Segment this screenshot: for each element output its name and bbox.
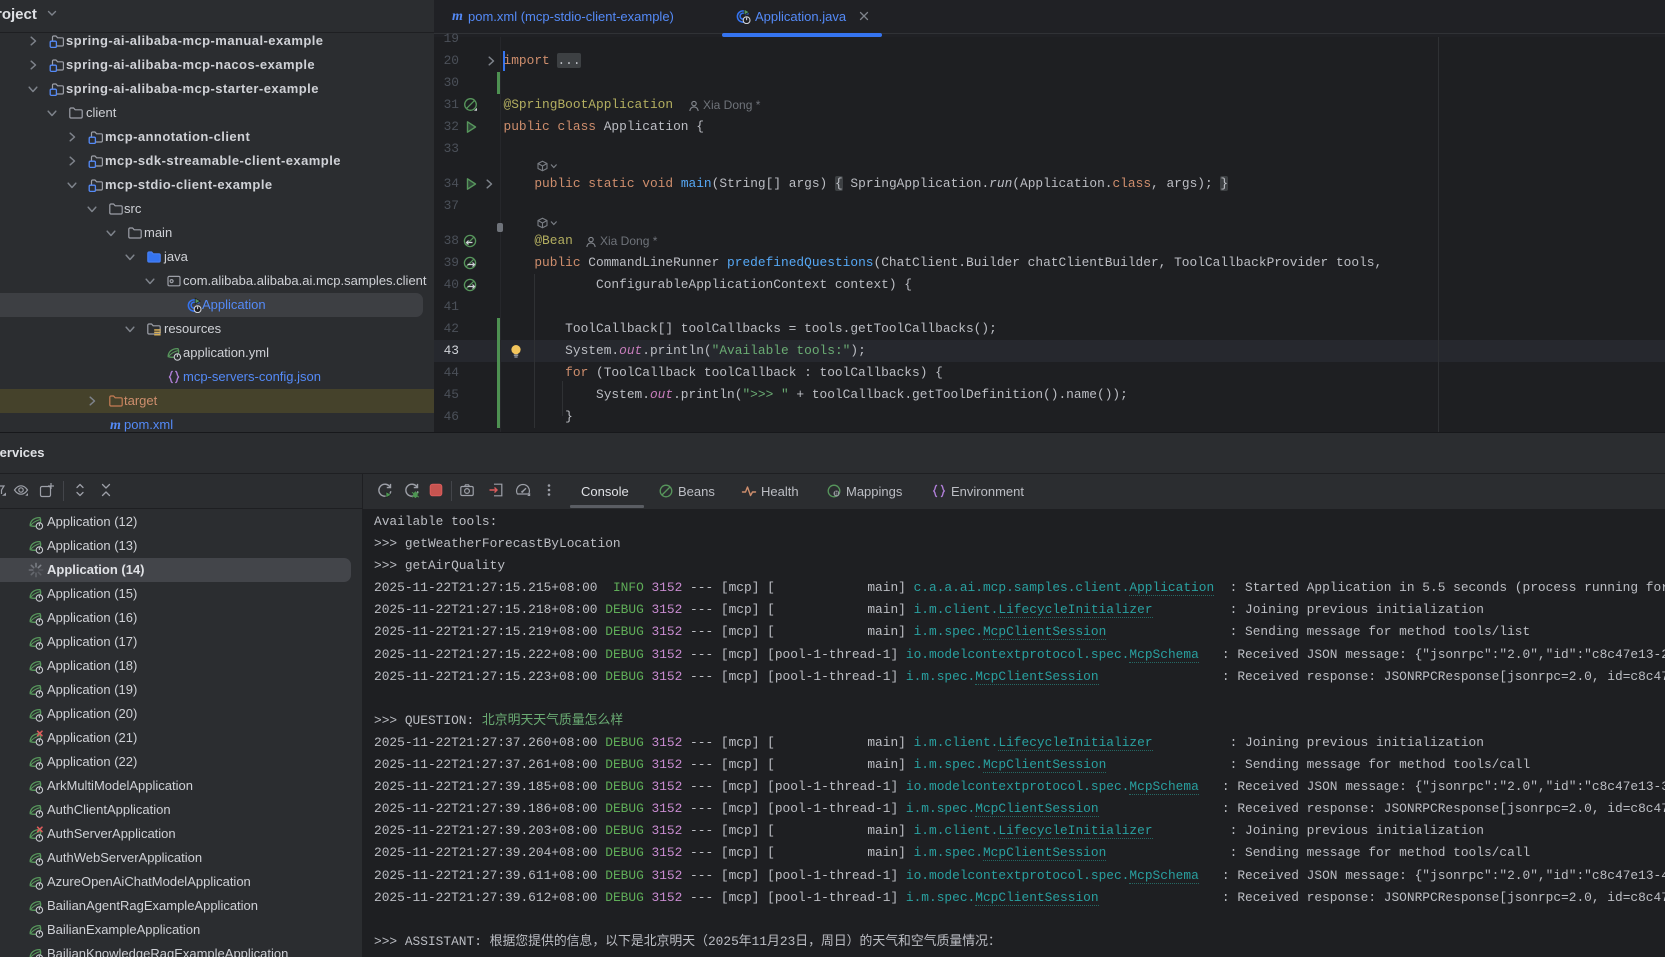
svg-text:m: m — [110, 418, 121, 433]
svg-text:m: m — [452, 9, 463, 24]
